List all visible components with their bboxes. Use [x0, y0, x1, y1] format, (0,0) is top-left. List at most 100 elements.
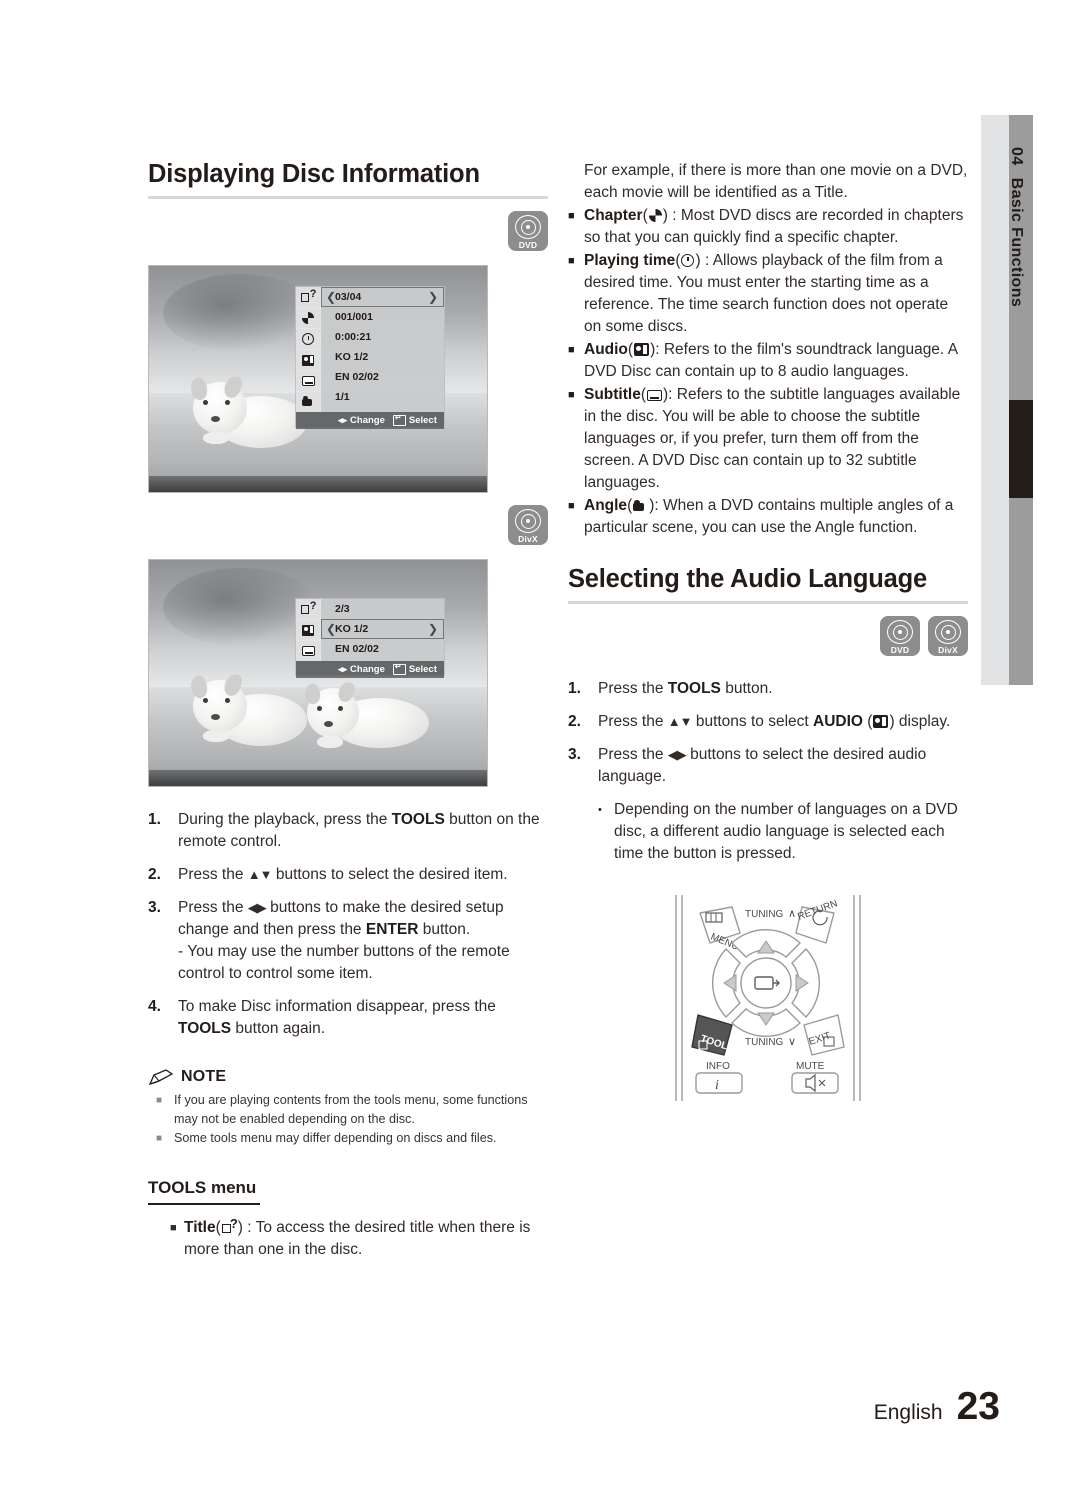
manual-page: 04 Basic Functions Displaying Disc Inform…	[0, 0, 1080, 1491]
chapter-number: 04	[1008, 147, 1025, 166]
chevron-right-icon[interactable]: ❯	[428, 622, 438, 636]
svg-text:∨: ∨	[788, 1036, 796, 1048]
osd-value-column-1: ❮ 03/04 ❯ 001/001 0:00:21 KO 1/2 EN 02/02 …	[321, 287, 444, 413]
tools-menu-list: ■ Title() : To access the desired title w…	[148, 1217, 548, 1261]
subtitle-icon[interactable]	[296, 641, 321, 662]
remote-info-key: INFO i	[695, 1061, 743, 1094]
enter-key-icon	[392, 413, 406, 427]
chevron-left-icon[interactable]: ❮	[326, 622, 336, 636]
osd-screenshot-2: 2/3 ❮KO 1/2❯ EN 02/02 ◂▸Change Select	[148, 559, 488, 788]
photo-bottom-strip	[149, 476, 487, 493]
section-title-audio-language: Selecting the Audio Language	[568, 565, 927, 593]
remote-control-diagram: MENU RETURN TUNING ∧ TUNING ∨ TOOLS EXIT…	[568, 893, 968, 1103]
puppy-left	[187, 672, 309, 752]
step-item: 3. Press the ◀▶ buttons to select the des…	[568, 744, 968, 788]
square-bullet-icon: ■	[156, 1133, 163, 1145]
step-number: 2.	[148, 866, 161, 884]
puppy-nose	[211, 416, 220, 423]
dvd-disc-icon: DVD	[508, 211, 548, 252]
osd-value-chapter[interactable]: 001/001	[321, 307, 444, 327]
note-header: NOTE	[148, 1068, 548, 1086]
disc-glyph	[935, 620, 961, 645]
angle-icon[interactable]	[296, 392, 321, 413]
disc-glyph	[515, 215, 541, 240]
puppy-paw	[317, 736, 343, 749]
note-item: ■ Some tools menu may differ depending on…	[148, 1129, 548, 1148]
step-item: 2. Press the ▲▼ buttons to select the des…	[148, 864, 548, 886]
osd-value-audio[interactable]: ❮ KO 1/2 ❯	[321, 619, 444, 640]
square-bullet-icon: ■	[170, 1222, 177, 1235]
step-text: Press the ◀▶ buttons to select the desir…	[598, 746, 927, 786]
osd-value-subtitle[interactable]: EN 02/02	[321, 367, 444, 387]
disc-glyph	[515, 509, 541, 534]
intro-indent	[568, 160, 584, 204]
puppy-nose	[211, 714, 220, 721]
step-text: Press the TOOLS button.	[598, 680, 773, 698]
bullet-text: Subtitle(): Refers to the subtitle langu…	[584, 386, 961, 491]
remote-tools-key: TOOLS	[691, 1014, 735, 1056]
svg-text:∧: ∧	[788, 908, 796, 920]
left-right-arrows-icon: ◂▸	[338, 415, 348, 426]
svg-text:TUNING: TUNING	[745, 1037, 784, 1048]
osd-value-title[interactable]: ❮ 03/04 ❯	[321, 287, 444, 308]
left-steps-list: 1. During the playback, press the TOOLS b…	[148, 809, 548, 1040]
divx-badge-label: DivX	[938, 645, 958, 656]
osd-value-subtitle[interactable]: EN 02/02	[321, 639, 444, 659]
osd-icon-column-2	[296, 599, 321, 662]
puppy-left	[187, 374, 309, 454]
osd-icon-column-1	[296, 287, 321, 413]
bullet-text: Playing time() : Allows playback of the …	[584, 252, 949, 335]
svg-text:INFO: INFO	[706, 1061, 730, 1072]
subtitle-icon[interactable]	[296, 371, 321, 393]
chevron-right-icon[interactable]: ❯	[428, 290, 438, 304]
note-list: ■ If you are playing contents from the to…	[148, 1091, 548, 1148]
dot-bullet-icon: •	[598, 804, 602, 817]
disc-badge-row-left: DVD	[148, 211, 548, 252]
disc-glyph	[887, 620, 913, 645]
osd-value-audio[interactable]: KO 1/2	[321, 347, 444, 367]
svg-text:TUNING: TUNING	[745, 909, 784, 920]
step-number: 1.	[148, 811, 161, 829]
chevron-left-icon[interactable]: ❮	[326, 290, 336, 304]
chapter-label: Basic Functions	[1008, 177, 1025, 308]
audio-icon[interactable]	[296, 620, 321, 642]
dvd-disc-icon: DVD	[880, 616, 920, 657]
osd-footer-2: ◂▸Change Select	[296, 661, 444, 679]
note-title: NOTE	[181, 1068, 227, 1086]
square-bullet-icon: ■	[568, 500, 575, 512]
list-item: ■ Angle(): When a DVD contains multiple a…	[568, 495, 968, 539]
chapter-tab: 04 Basic Functions	[981, 115, 1033, 685]
divx-badge-label: DivX	[518, 534, 538, 545]
heading-rule	[148, 196, 548, 200]
title-icon[interactable]	[296, 599, 321, 621]
remote-exit-key: EXIT	[803, 1014, 845, 1056]
square-bullet-icon: ■	[568, 210, 575, 222]
puppy-right	[301, 678, 431, 758]
osd-value-angle[interactable]: 1/1	[321, 387, 444, 407]
list-item: ■ Audio(): Refers to the film's soundtrac…	[568, 339, 968, 383]
dvd-badge-label: DVD	[518, 240, 538, 251]
svg-text:i: i	[715, 1078, 719, 1093]
list-item: ■ Playing time() : Allows playback of the…	[568, 250, 968, 338]
step-item: 1. Press the TOOLS button.	[568, 678, 968, 700]
step-text: During the playback, press the TOOLS but…	[178, 811, 540, 851]
note-text: Some tools menu may differ depending on …	[174, 1131, 497, 1146]
audio-icon[interactable]	[296, 350, 321, 372]
tools-menu-rule	[148, 1203, 260, 1206]
right-steps-list: 1. Press the TOOLS button. 2. Press the ▲▼ …	[568, 678, 968, 788]
osd-value-playing-time[interactable]: 0:00:21	[321, 327, 444, 347]
square-bullet-icon: ■	[568, 389, 575, 401]
pencil-icon	[148, 1068, 174, 1086]
note-item: ■ If you are playing contents from the to…	[148, 1091, 548, 1129]
osd-rows-1: ❮03/04❯ 001/001 0:00:21 KO 1/2 EN 02/02 …	[296, 287, 444, 413]
playing-time-icon[interactable]	[296, 329, 321, 351]
remote-return-key: RETURN	[795, 898, 839, 944]
title-icon[interactable]	[296, 287, 321, 309]
osd-value-title[interactable]: 2/3	[321, 599, 444, 619]
chapter-tab-band-light	[981, 115, 1009, 685]
chapter-icon[interactable]	[296, 308, 321, 330]
tools-menu-item: ■ Title() : To access the desired title w…	[170, 1217, 548, 1261]
list-item: ■ Subtitle(): Refers to the subtitle lang…	[568, 384, 968, 494]
step-number: 1.	[568, 680, 581, 698]
select-hint: Select	[392, 662, 437, 676]
